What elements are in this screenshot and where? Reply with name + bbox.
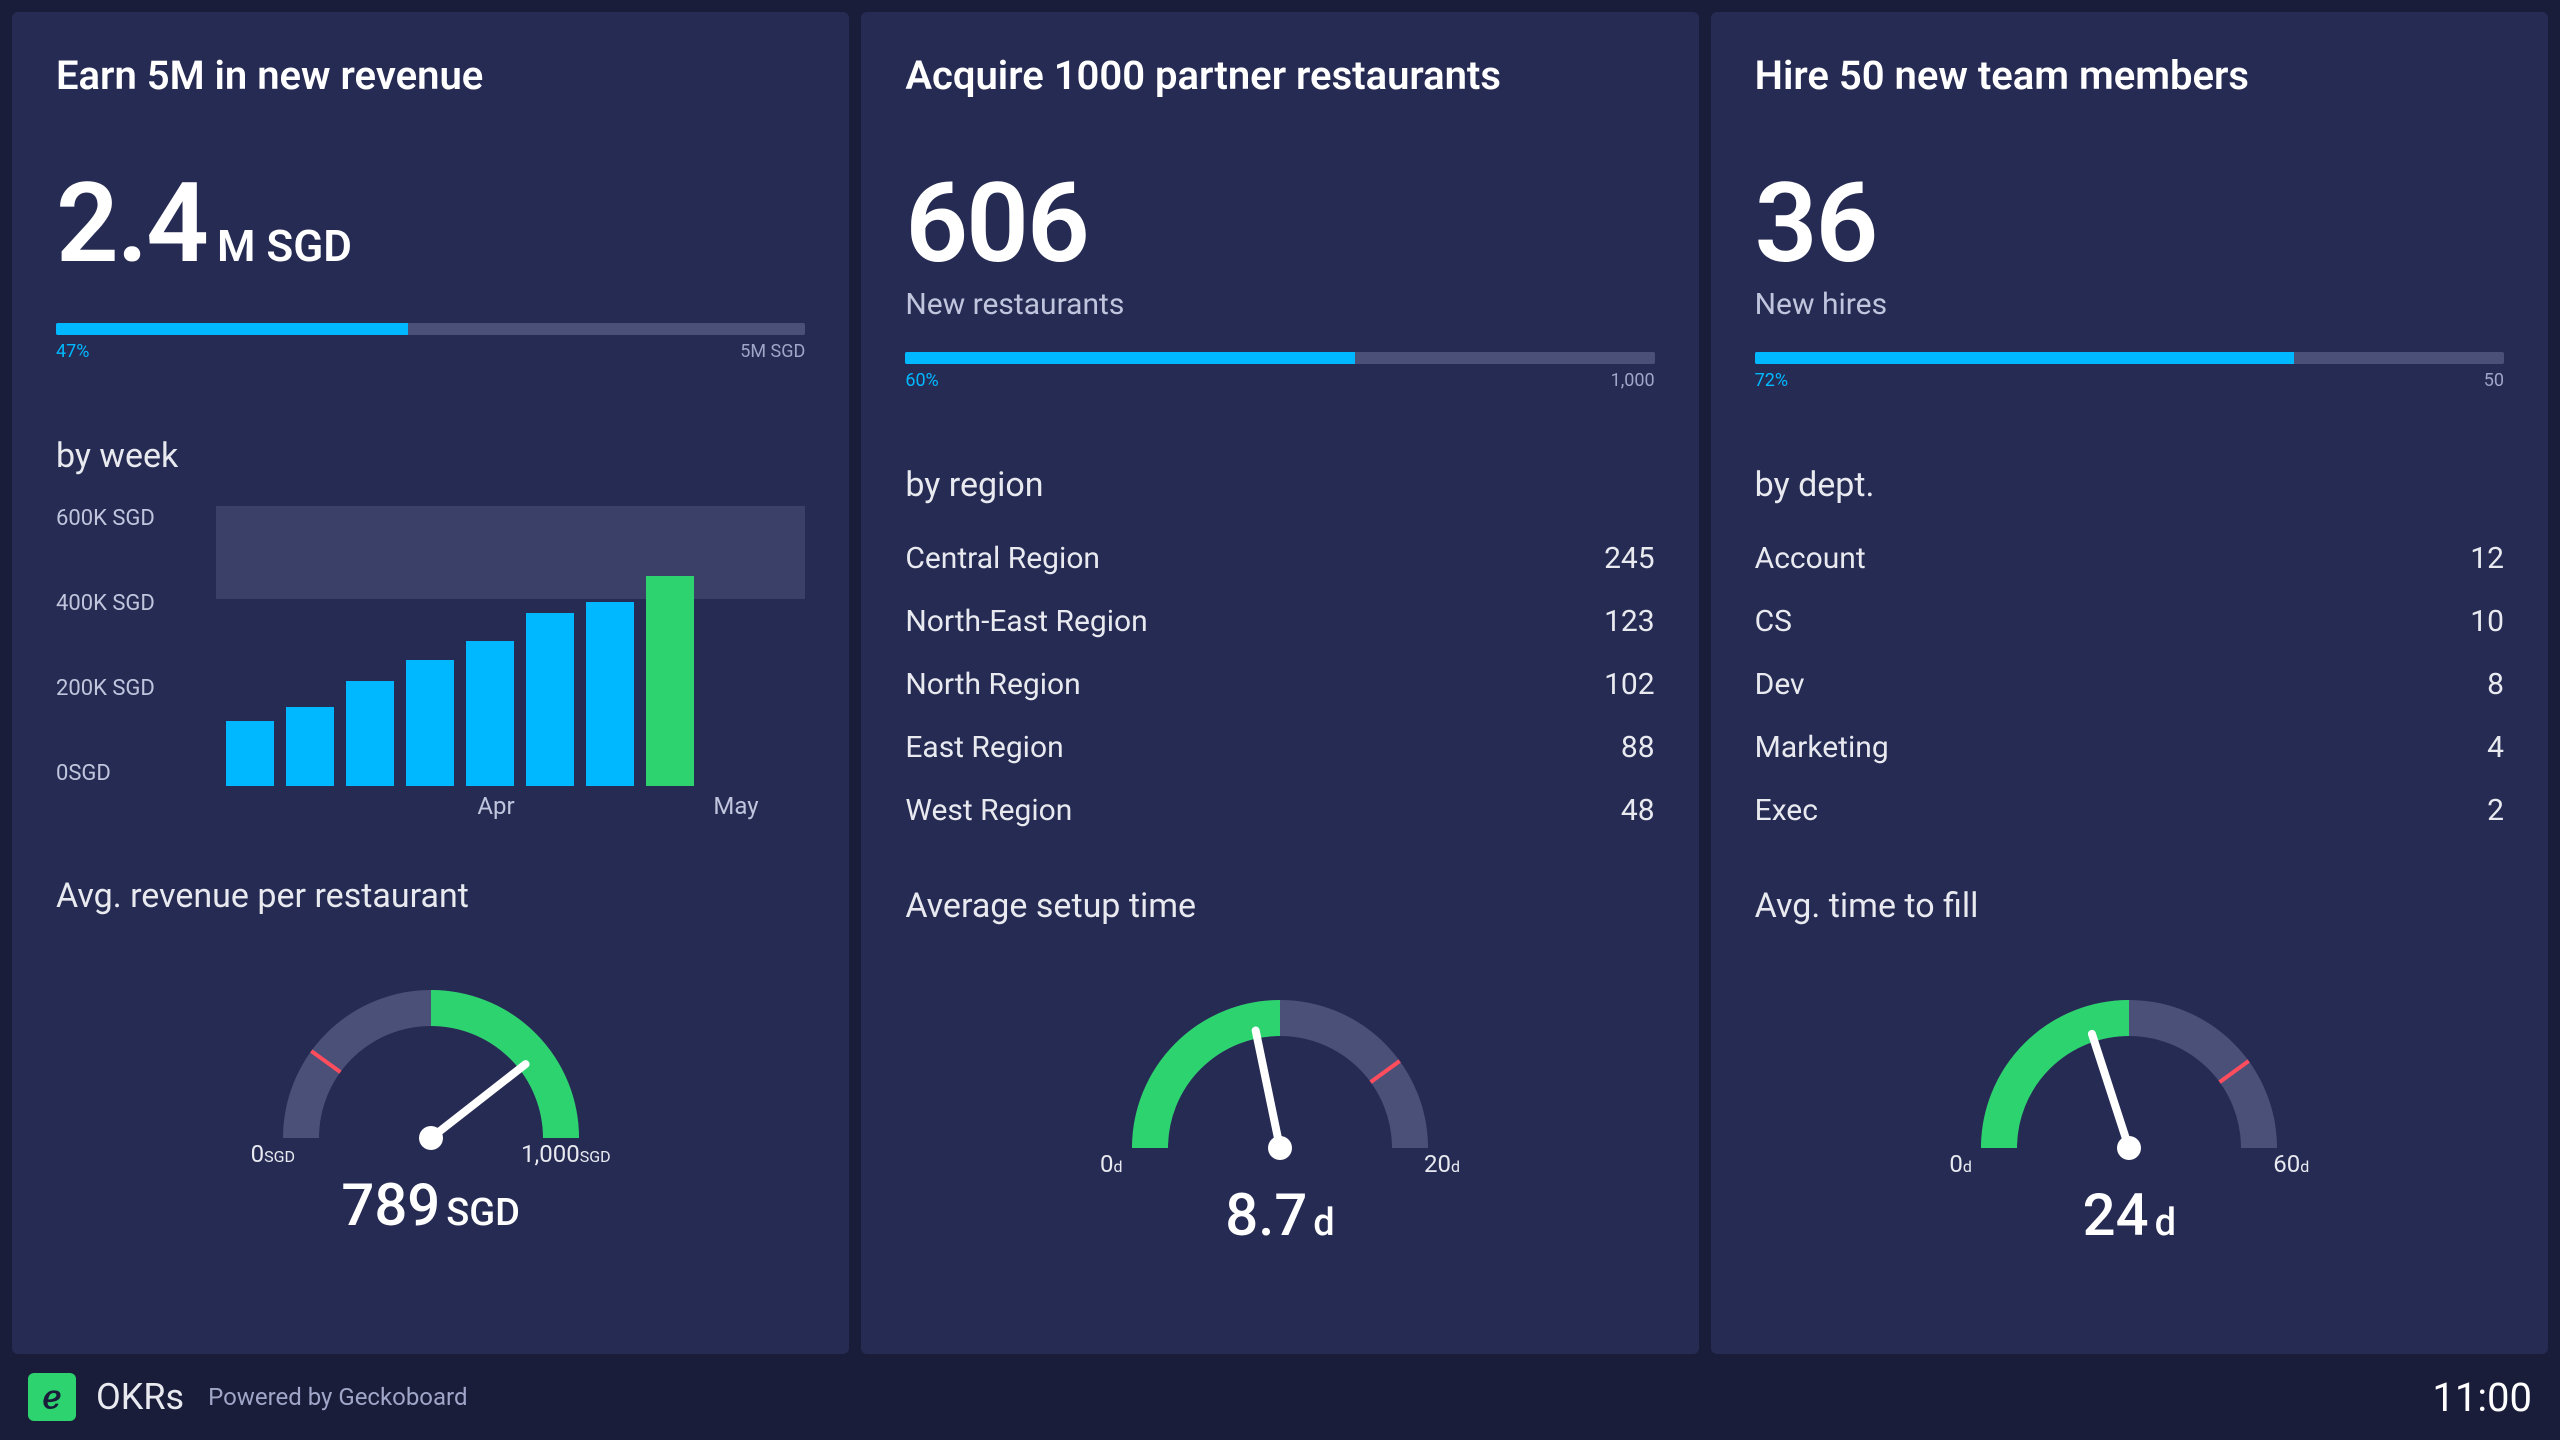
dashboard-grid: Earn 5M in new revenue 2.4 M SGD 47% 5M … (0, 0, 2560, 1354)
gauge-time-to-fill: 0d 60d 24d (1755, 968, 2504, 1250)
list-item: East Region88 (905, 716, 1654, 779)
list-item: Marketing4 (1755, 716, 2504, 779)
list-item: Account12 (1755, 527, 2504, 590)
revenue-bar-chart: 600K SGD400K SGD200K SGD0SGD AprMay (56, 506, 805, 816)
bar (346, 681, 394, 786)
list-item: West Region48 (905, 779, 1654, 842)
dept-list: Account12CS10Dev8Marketing4Exec2 (1755, 527, 2504, 842)
card-revenue: Earn 5M in new revenue 2.4 M SGD 47% 5M … (12, 12, 849, 1354)
bar (466, 641, 514, 786)
bar (526, 613, 574, 786)
footer-bar: ℯ OKRs Powered by Geckoboard 11:00 (0, 1354, 2560, 1440)
kpi-sublabel: New hires (1755, 287, 2504, 322)
powered-by: Powered by Geckoboard (208, 1383, 467, 1411)
gauge-setup-time: 0d 20d 8.7d (905, 968, 1654, 1250)
section-title: Average setup time (905, 886, 1654, 926)
clock: 11:00 (2432, 1374, 2532, 1421)
kpi-metric: 606 (905, 169, 1654, 279)
list-item: North-East Region123 (905, 590, 1654, 653)
progress-pct: 60% (905, 370, 938, 391)
kpi-sublabel: New restaurants (905, 287, 1654, 322)
progress-target: 50 (2484, 370, 2504, 391)
list-item: Exec2 (1755, 779, 2504, 842)
geckoboard-logo-icon: ℯ (28, 1373, 76, 1421)
section-title: by region (905, 465, 1654, 505)
kpi-value: 606 (905, 169, 1088, 279)
gauge-revenue-per-restaurant: 0SGD 1,000SGD 789SGD (56, 958, 805, 1240)
section-title: Avg. time to fill (1755, 886, 2504, 926)
kpi-unit: M SGD (217, 220, 352, 272)
progress-target: 5M SGD (740, 341, 805, 362)
region-list: Central Region245North-East Region123Nor… (905, 527, 1654, 842)
progress-bar: 72% 50 (1755, 352, 2504, 391)
list-item: Central Region245 (905, 527, 1654, 590)
bar (586, 602, 634, 786)
progress-bar: 60% 1,000 (905, 352, 1654, 391)
card-restaurants: Acquire 1000 partner restaurants 606 New… (861, 12, 1698, 1354)
card-title: Earn 5M in new revenue (56, 52, 805, 99)
kpi-value: 2.4 (56, 169, 207, 279)
progress-pct: 47% (56, 341, 89, 362)
kpi-metric: 36 (1755, 169, 2504, 279)
section-title: by week (56, 436, 805, 476)
kpi-value: 36 (1755, 169, 1877, 279)
section-title: by dept. (1755, 465, 2504, 505)
bar (226, 721, 274, 786)
dashboard-title: OKRs (96, 1376, 184, 1418)
card-title: Acquire 1000 partner restaurants (905, 52, 1654, 99)
card-hires: Hire 50 new team members 36 New hires 72… (1711, 12, 2548, 1354)
list-item: North Region102 (905, 653, 1654, 716)
section-title: Avg. revenue per restaurant (56, 876, 805, 916)
progress-pct: 72% (1755, 370, 1788, 391)
progress-target: 1,000 (1611, 370, 1655, 391)
bar (646, 576, 694, 786)
progress-bar: 47% 5M SGD (56, 323, 805, 362)
bar (286, 707, 334, 786)
list-item: Dev8 (1755, 653, 2504, 716)
list-item: CS10 (1755, 590, 2504, 653)
card-title: Hire 50 new team members (1755, 52, 2504, 99)
kpi-metric: 2.4 M SGD (56, 169, 805, 279)
bar (406, 660, 454, 786)
